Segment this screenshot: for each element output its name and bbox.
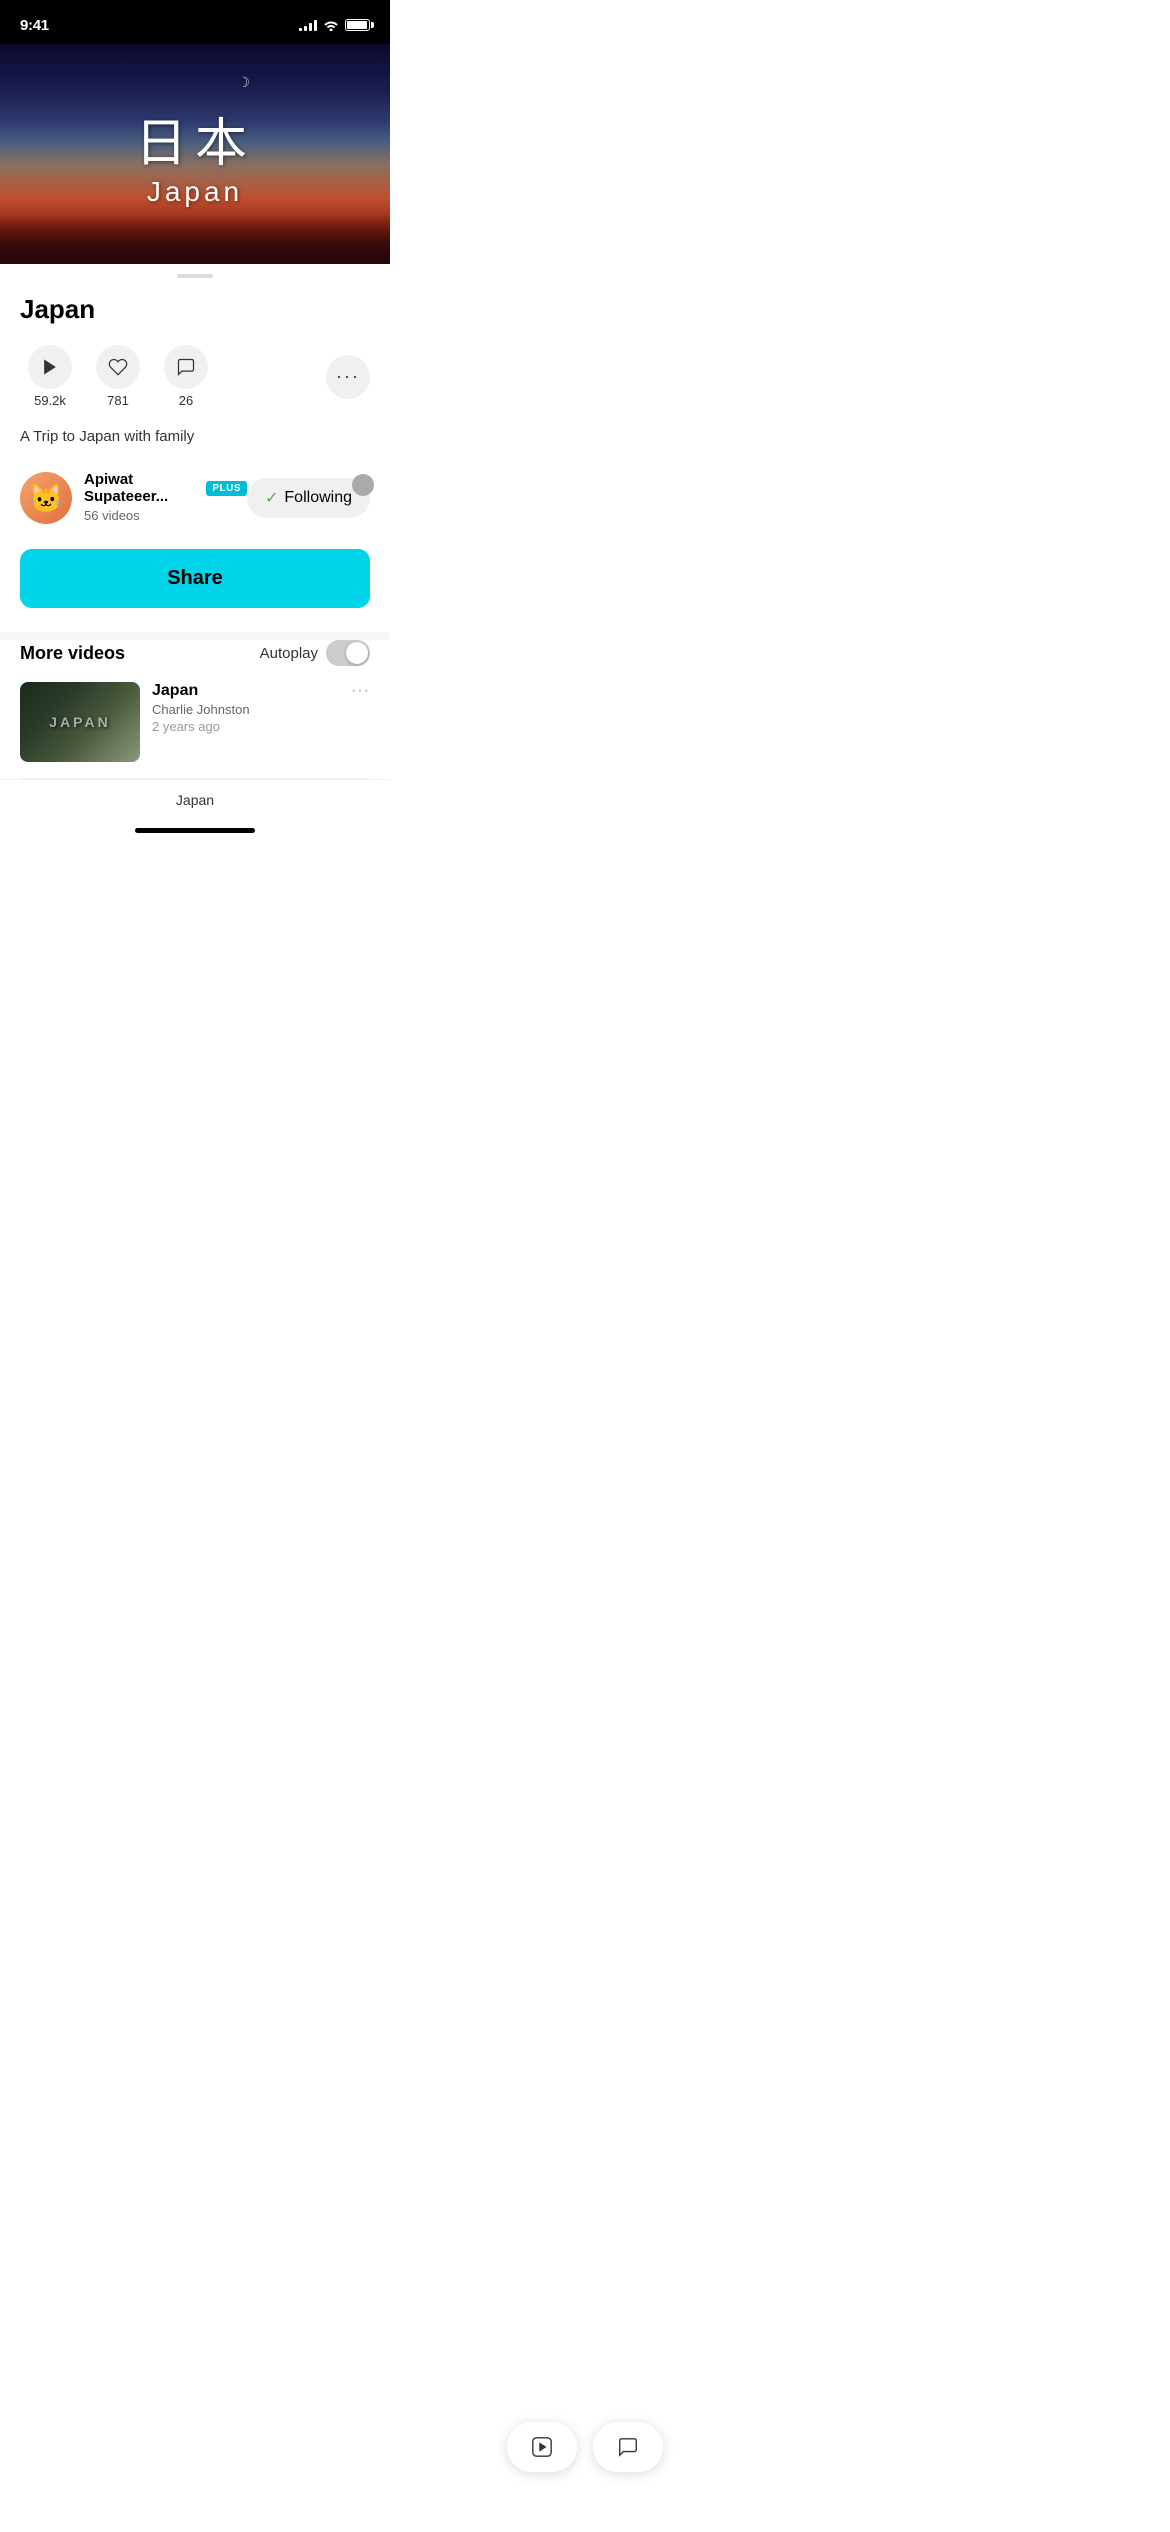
autoplay-toggle[interactable] [326,640,370,666]
video-title: Japan [20,294,370,325]
video-list-item[interactable]: JAPAN Japan Charlie Johnston 2 years ago… [0,682,390,778]
creator-avatar[interactable]: 🐱 [20,472,72,524]
status-bar: 9:41 [0,0,390,44]
video-thumbnail: JAPAN [20,682,140,762]
more-options-button[interactable]: ··· [326,355,370,399]
plus-badge: PLUS [206,481,247,496]
status-icons [299,19,370,31]
play-bottom-button[interactable] [507,2422,577,2472]
horizon-overlay [0,214,390,264]
hero-text: 日本 Japan [135,101,255,208]
play-icon [40,357,60,377]
home-indicator-bar [0,820,390,849]
battery-icon [345,19,370,31]
avatar-emoji: 🐱 [29,482,64,515]
autoplay-label: Autoplay [260,645,318,662]
creator-name: Apiwat Supateeer... [84,471,200,505]
status-time: 9:41 [20,17,49,34]
hero-kanji: 日本 [135,101,255,176]
following-label: Following [284,489,352,507]
video-author: Charlie Johnston [152,702,339,717]
drag-handle[interactable] [177,274,213,278]
comment-button[interactable] [164,345,208,389]
comment-bottom-button[interactable] [593,2422,663,2472]
plays-count: 59.2k [34,393,66,408]
comment-icon [176,357,196,377]
creator-name-row: Apiwat Supateeer... PLUS [84,471,247,505]
comment-bottom-icon [617,2436,639,2458]
home-indicator [135,828,255,833]
hero-japan-text: Japan [135,176,255,208]
wifi-icon [323,19,339,31]
creator-info: Apiwat Supateeer... PLUS 56 videos [84,471,247,525]
hero-image: ☽ 日本 Japan [0,44,390,264]
more-videos-title: More videos [20,643,125,664]
comments-count: 26 [179,393,193,408]
plays-stat: 59.2k [20,345,80,408]
like-button[interactable] [96,345,140,389]
autoplay-row: Autoplay [260,640,370,666]
main-content: Japan 59.2k 781 26 [0,294,390,632]
moon-decoration: ☽ [237,74,250,91]
video-info: Japan Charlie Johnston 2 years ago [152,682,339,734]
play-bottom-icon [531,2436,553,2458]
play-button[interactable] [28,345,72,389]
share-button[interactable]: Share [20,549,370,608]
creator-video-count: 56 videos [84,508,140,523]
section-divider [0,632,390,640]
video-more-button[interactable]: ··· [351,682,370,700]
bottom-label-bar: Japan [0,779,390,820]
video-description: A Trip to Japan with family [20,426,370,447]
video-age: 2 years ago [152,719,220,734]
more-dots: ··· [336,366,360,387]
following-button[interactable]: ✓ Following [247,478,370,518]
thumbnail-text: JAPAN [49,714,110,730]
likes-count: 781 [107,393,129,408]
likes-stat: 781 [88,345,148,408]
video-meta: 2 years ago [152,719,339,734]
following-avatar-small [352,474,374,496]
comments-stat: 26 [156,345,216,408]
creator-row: 🐱 Apiwat Supateeer... PLUS 56 videos ✓ F… [20,471,370,525]
check-icon: ✓ [265,488,278,508]
heart-icon [108,357,128,377]
toggle-knob [346,642,368,664]
stats-row: 59.2k 781 26 ··· [20,345,370,408]
video-name: Japan [152,682,339,700]
bottom-label-text: Japan [176,792,214,808]
signal-icon [299,19,317,31]
bottom-controls [507,2422,663,2472]
more-videos-header: More videos Autoplay [0,640,390,666]
